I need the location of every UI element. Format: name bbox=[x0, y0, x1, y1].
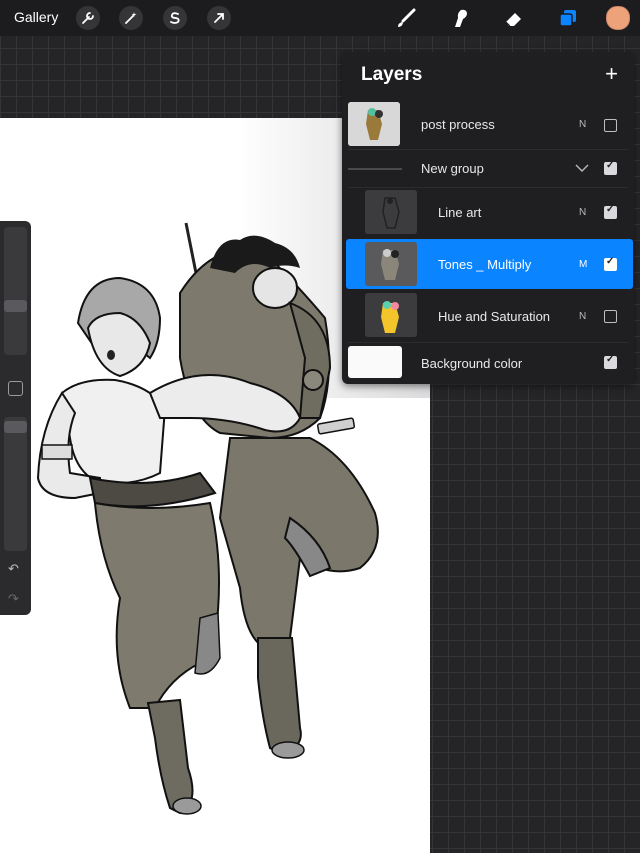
layer-visibility-checkbox[interactable] bbox=[604, 256, 617, 271]
layer-name: Line art bbox=[438, 205, 482, 220]
brush-icon[interactable] bbox=[393, 5, 419, 31]
selection-icon[interactable] bbox=[163, 6, 187, 30]
chevron-down-icon[interactable] bbox=[575, 160, 589, 178]
layer-blend-mode[interactable]: N bbox=[579, 207, 586, 218]
redo-button[interactable]: ↷ bbox=[8, 591, 19, 607]
layer-visibility-checkbox[interactable] bbox=[604, 160, 617, 175]
layer-row-new-group[interactable]: New group bbox=[342, 152, 634, 186]
layer-blend-mode[interactable]: N bbox=[579, 119, 586, 130]
magic-wand-icon[interactable] bbox=[119, 6, 143, 30]
brush-size-slider[interactable] bbox=[4, 227, 27, 355]
undo-button[interactable]: ↶ bbox=[8, 561, 19, 577]
layer-name: New group bbox=[421, 161, 484, 176]
layer-visibility-checkbox[interactable] bbox=[604, 354, 617, 369]
layers-icon[interactable] bbox=[555, 5, 581, 31]
layer-thumbnail bbox=[365, 242, 417, 286]
divider bbox=[348, 187, 628, 188]
brush-size-slider-thumb[interactable] bbox=[4, 300, 27, 312]
eraser-icon[interactable] bbox=[501, 5, 527, 31]
layer-name: Hue and Saturation bbox=[438, 309, 551, 324]
layer-row-background-color[interactable]: Background color bbox=[342, 345, 634, 381]
layer-blend-mode[interactable]: N bbox=[579, 311, 586, 322]
add-layer-button[interactable]: + bbox=[605, 61, 618, 87]
layer-thumbnail bbox=[365, 293, 417, 337]
gallery-button[interactable]: Gallery bbox=[14, 9, 58, 25]
left-sidebar: ↶ ↷ bbox=[0, 221, 31, 615]
layer-visibility-checkbox[interactable] bbox=[604, 119, 617, 132]
layer-thumbnail bbox=[365, 190, 417, 234]
wrench-icon[interactable] bbox=[76, 6, 100, 30]
layer-blend-mode[interactable]: M bbox=[579, 259, 587, 270]
layers-panel: Layers + post process N New group Line a… bbox=[342, 52, 634, 384]
transform-arrow-icon[interactable] bbox=[207, 6, 231, 30]
layers-panel-title: Layers bbox=[361, 64, 423, 85]
divider bbox=[348, 149, 628, 150]
layer-visibility-checkbox[interactable] bbox=[604, 204, 617, 219]
layer-row-post-process[interactable]: post process N bbox=[342, 102, 634, 146]
opacity-slider-thumb[interactable] bbox=[4, 421, 27, 433]
layer-visibility-checkbox[interactable] bbox=[604, 310, 617, 323]
smudge-icon[interactable] bbox=[447, 5, 473, 31]
group-indicator-line bbox=[348, 168, 402, 170]
layer-thumbnail bbox=[348, 102, 400, 146]
layer-row-line-art[interactable]: Line art N bbox=[342, 189, 634, 235]
layer-name: Tones _ Multiply bbox=[438, 257, 532, 272]
divider bbox=[348, 342, 628, 343]
modify-button[interactable] bbox=[8, 381, 23, 396]
color-swatch-button[interactable] bbox=[606, 6, 630, 30]
layer-name: post process bbox=[421, 117, 495, 132]
layer-name: Background color bbox=[421, 356, 523, 371]
background-color-swatch bbox=[348, 346, 402, 378]
top-toolbar: Gallery bbox=[0, 0, 640, 36]
opacity-slider[interactable] bbox=[4, 417, 27, 551]
layer-row-hue-saturation[interactable]: Hue and Saturation N bbox=[342, 292, 634, 338]
layer-row-tones-multiply[interactable]: Tones _ Multiply M bbox=[346, 239, 633, 289]
